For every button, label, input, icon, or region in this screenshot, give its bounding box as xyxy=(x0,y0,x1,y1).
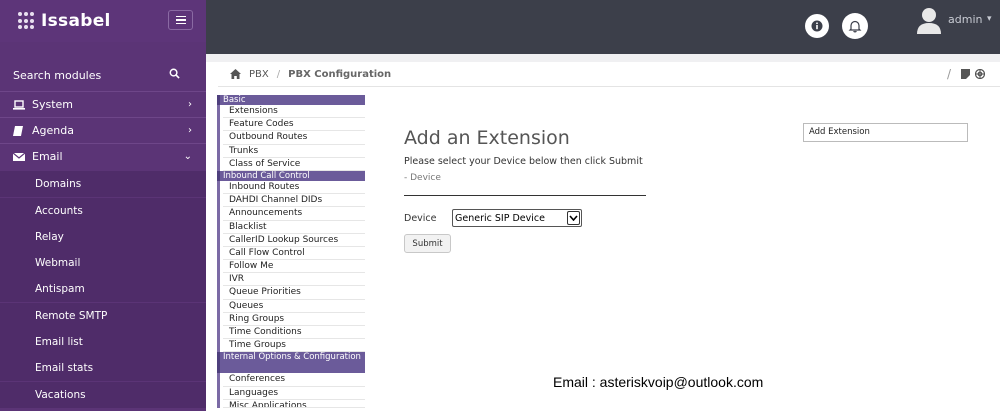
pbx-menu-item[interactable]: Ring Groups xyxy=(217,312,365,327)
pbx-menu-item[interactable]: Announcements xyxy=(217,207,365,221)
sidebar-subitem-domains[interactable]: Domains xyxy=(0,171,206,197)
top-header: admin ▾ xyxy=(206,0,1000,54)
device-select-value: Generic SIP Device xyxy=(455,212,545,224)
submit-button[interactable]: Submit xyxy=(404,234,451,253)
menu-toggle-button[interactable] xyxy=(168,10,193,30)
sidebar-subitem-email-list[interactable]: Email list xyxy=(0,329,206,355)
sidebar-subitem-vacations[interactable]: Vacations xyxy=(0,382,206,408)
sidebar-subitem-remote-smtp[interactable]: Remote SMTP xyxy=(0,303,206,329)
sidebar-subitem-relay[interactable]: Relay xyxy=(0,224,206,250)
sidebar-subitem-label: Remote SMTP xyxy=(35,310,108,322)
pbx-menu-item[interactable]: Misc Applications xyxy=(217,399,365,408)
sidebar-subitem-label: Antispam xyxy=(35,283,85,295)
book-icon xyxy=(13,125,23,136)
notifications-button[interactable] xyxy=(842,13,868,39)
sidebar-item-label: Email xyxy=(32,150,63,163)
breadcrumb-right-separator: / xyxy=(947,67,952,81)
pbx-menu-item[interactable]: Feature Codes xyxy=(217,118,365,132)
pbx-menu-item[interactable]: Trunks xyxy=(217,144,365,158)
breadcrumb-pbx[interactable]: PBX xyxy=(249,69,269,80)
hamburger-icon xyxy=(175,15,186,18)
envelope-icon xyxy=(13,152,25,161)
chevron-down-icon xyxy=(567,211,580,225)
breadcrumb-separator: / xyxy=(276,68,281,80)
sidebar-subitem-label: Webmail xyxy=(35,257,81,269)
home-icon[interactable] xyxy=(230,69,241,79)
breadcrumb-spacer xyxy=(206,54,1000,62)
pbx-menu-item[interactable]: Time Conditions xyxy=(217,326,365,340)
avatar[interactable] xyxy=(916,6,942,34)
pbx-section-basic: Basic xyxy=(217,95,365,105)
chevron-right-icon: › xyxy=(188,125,192,136)
bookmark-icon[interactable] xyxy=(961,69,971,79)
pbx-menu-item[interactable]: DAHDI Channel DIDs xyxy=(217,194,365,208)
device-select[interactable]: Generic SIP Device xyxy=(452,209,582,227)
breadcrumb-current: PBX Configuration xyxy=(288,68,392,80)
pbx-menu-item[interactable]: Outbound Routes xyxy=(217,131,365,145)
sidebar-item-label: Agenda xyxy=(32,124,74,137)
sidebar-subitem-accounts[interactable]: Accounts xyxy=(0,198,206,224)
pbx-section-inbound: Inbound Call Control xyxy=(217,170,365,181)
issabel-logo-icon xyxy=(18,12,36,30)
pbx-menu-item[interactable]: Languages xyxy=(217,386,365,400)
info-button[interactable] xyxy=(805,14,829,38)
sidebar-item-email[interactable]: Email ⌄ xyxy=(0,143,206,169)
form-instruction: Please select your Device below then cli… xyxy=(404,156,643,167)
pbx-menu-item[interactable]: Inbound Routes xyxy=(217,180,365,195)
breadcrumb: PBX / PBX Configuration xyxy=(218,62,1000,87)
device-label: Device xyxy=(404,213,437,224)
sidebar-item-label: System xyxy=(32,98,74,111)
user-menu-label[interactable]: admin xyxy=(948,13,982,26)
form-divider xyxy=(404,195,646,196)
pbx-menu-item[interactable]: Class of Service xyxy=(217,157,365,172)
laptop-icon xyxy=(13,99,25,110)
add-extension-link[interactable]: Add Extension xyxy=(803,123,968,142)
bell-icon xyxy=(848,20,862,33)
info-icon xyxy=(811,20,823,32)
pbx-menu-item[interactable]: CallerID Lookup Sources xyxy=(217,233,365,248)
search-modules[interactable]: Search modules xyxy=(0,62,206,88)
pbx-menu-item[interactable]: Queues xyxy=(217,299,365,314)
pbx-menu-item[interactable]: Follow Me xyxy=(217,260,365,274)
breadcrumb-actions: / xyxy=(947,67,986,81)
brand-name: Issabel xyxy=(41,11,111,31)
pbx-menu-item[interactable]: Extensions xyxy=(217,105,365,119)
sidebar-subitem-label: Relay xyxy=(35,231,64,243)
sidebar-item-system[interactable]: System › xyxy=(0,91,206,117)
sidebar-subitem-label: Email list xyxy=(35,336,83,348)
pbx-menu-item[interactable]: Conferences xyxy=(217,373,365,387)
caret-down-icon[interactable]: ▾ xyxy=(987,14,992,24)
sidebar-subitem-label: Email stats xyxy=(35,362,94,374)
pbx-menu-item[interactable]: Call Flow Control xyxy=(217,246,365,261)
sidebar-subitem-label: Domains xyxy=(35,178,82,190)
sidebar-subitem-label: Vacations xyxy=(35,389,86,401)
page-title: Add an Extension xyxy=(404,127,570,149)
chevron-down-icon: ⌄ xyxy=(183,151,192,162)
pbx-menu-item[interactable]: Queue Priorities xyxy=(217,286,365,300)
sidebar-subitem-antispam[interactable]: Antispam xyxy=(0,276,206,302)
sidebar: Issabel Search modules System › Agenda ›… xyxy=(0,0,206,411)
help-icon[interactable] xyxy=(975,69,986,79)
pbx-menu-item[interactable]: Time Groups xyxy=(217,339,365,353)
pbx-module-menu: Basic Extensions Feature Codes Outbound … xyxy=(217,95,365,408)
search-label: Search modules xyxy=(13,68,102,82)
sidebar-item-agenda[interactable]: Agenda › xyxy=(0,117,206,143)
sidebar-subitem-webmail[interactable]: Webmail xyxy=(0,250,206,276)
sidebar-subitem-email-stats[interactable]: Email stats xyxy=(0,355,206,381)
pbx-menu-item[interactable]: IVR xyxy=(217,273,365,287)
search-icon xyxy=(169,68,180,79)
device-hint: - Device xyxy=(404,173,441,183)
pbx-menu-item[interactable]: Blacklist xyxy=(217,220,365,234)
sidebar-subitem-label: Accounts xyxy=(35,205,83,217)
chevron-right-icon: › xyxy=(188,99,192,110)
email-watermark: Email : asteriskvoip@outlook.com xyxy=(553,374,764,390)
pbx-section-internal-options: Internal Options & Configuration xyxy=(217,352,365,374)
